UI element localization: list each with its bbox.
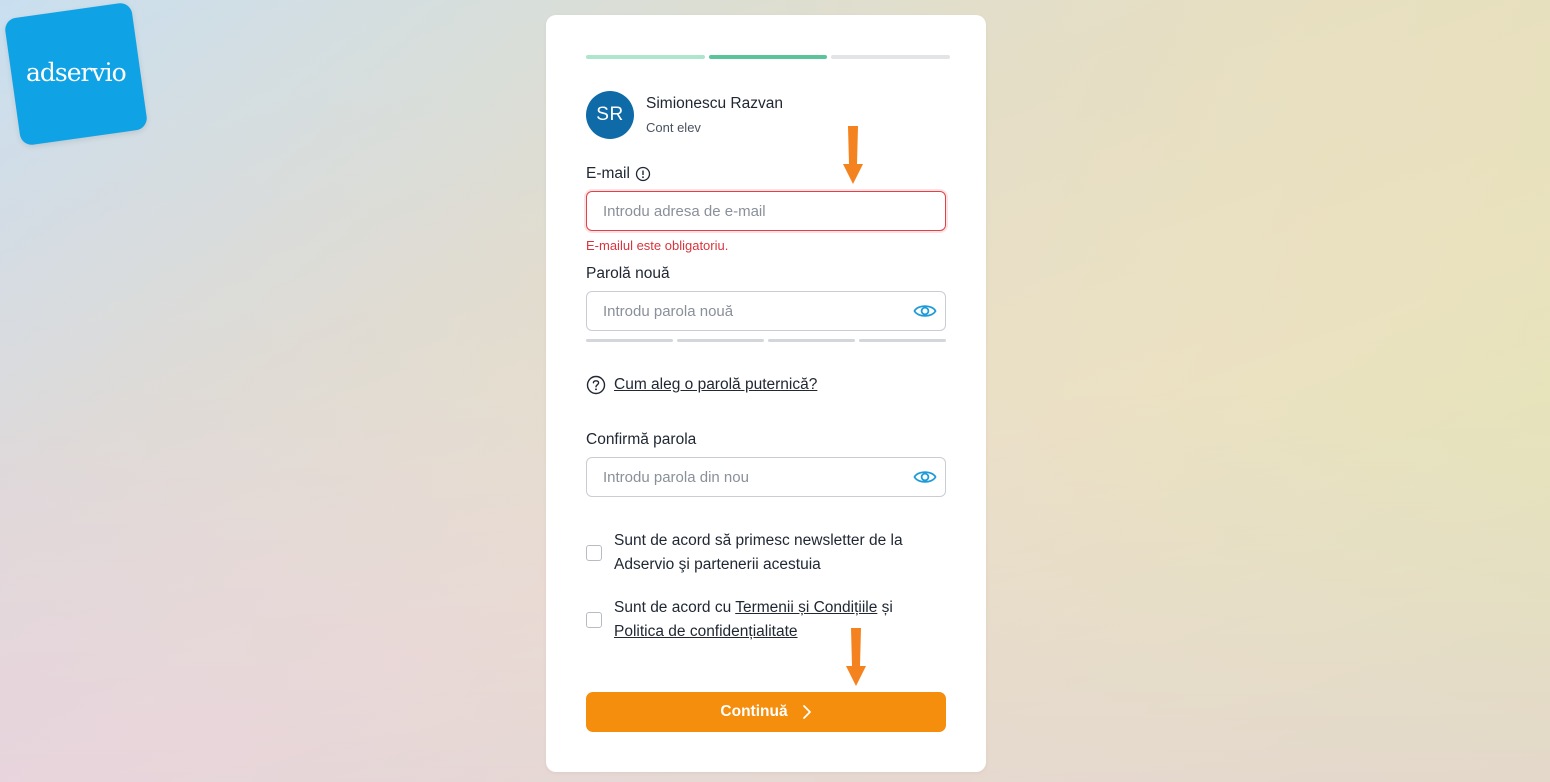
email-error-message: E-mailul este obligatoriu.: [586, 238, 729, 253]
newsletter-consent: Sunt de acord să primesc newsletter de l…: [586, 529, 946, 577]
step-progress: [586, 55, 951, 59]
user-name: Simionescu Razvan: [646, 95, 783, 112]
confirm-password-label: Confirmă parola: [586, 431, 697, 448]
terms-checkbox[interactable]: [586, 612, 602, 628]
step-1: [586, 55, 705, 59]
terms-consent-text: Sunt de acord cu Termenii și Condițiile …: [614, 596, 946, 644]
strength-segment: [586, 339, 673, 342]
new-password-label: Parolă nouă: [586, 265, 670, 282]
newsletter-checkbox[interactable]: [586, 545, 602, 561]
avatar: SR: [586, 91, 634, 139]
account-type: Cont elev: [646, 120, 701, 135]
terms-middle: și: [877, 599, 893, 616]
question-icon: [586, 375, 606, 395]
user-summary: SR Simionescu Razvan Cont elev: [586, 91, 783, 139]
info-icon[interactable]: [635, 166, 651, 182]
logo-text: adservio: [25, 58, 126, 88]
new-password-input-wrapper: [586, 291, 946, 331]
new-password-input[interactable]: [587, 292, 903, 330]
terms-prefix: Sunt de acord cu: [614, 599, 736, 616]
email-label-text: E-mail: [586, 165, 630, 182]
onboarding-card: SR Simionescu Razvan Cont elev E-mail E-…: [546, 15, 986, 772]
eye-icon[interactable]: [913, 467, 937, 487]
eye-icon[interactable]: [913, 301, 937, 321]
password-tips-link[interactable]: Cum aleg o parolă puternică?: [614, 376, 817, 394]
annotation-arrow-down-icon: [846, 628, 866, 686]
newsletter-consent-text: Sunt de acord să primesc newsletter de l…: [614, 532, 903, 573]
annotation-arrow-down-icon: [843, 126, 863, 184]
continue-button[interactable]: Continuă: [586, 692, 946, 732]
step-2: [708, 55, 828, 59]
password-strength-meter: [586, 339, 946, 342]
terms-link[interactable]: Termenii și Condițiile: [735, 599, 877, 616]
chevron-right-icon: [788, 704, 812, 720]
privacy-policy-link[interactable]: Politica de confidențialitate: [614, 623, 798, 640]
confirm-password-input-wrapper: [586, 457, 946, 497]
step-3: [831, 55, 951, 59]
confirm-password-input[interactable]: [587, 458, 903, 496]
password-help: Cum aleg o parolă puternică?: [586, 375, 817, 395]
strength-segment: [859, 339, 946, 342]
strength-segment: [768, 339, 855, 342]
adservio-logo[interactable]: adservio: [3, 1, 149, 147]
strength-segment: [677, 339, 764, 342]
email-input-wrapper: [586, 191, 946, 231]
email-input[interactable]: [587, 192, 903, 230]
terms-consent: Sunt de acord cu Termenii și Condițiile …: [586, 596, 946, 644]
continue-button-label: Continuă: [720, 703, 788, 720]
email-label: E-mail: [586, 165, 651, 183]
